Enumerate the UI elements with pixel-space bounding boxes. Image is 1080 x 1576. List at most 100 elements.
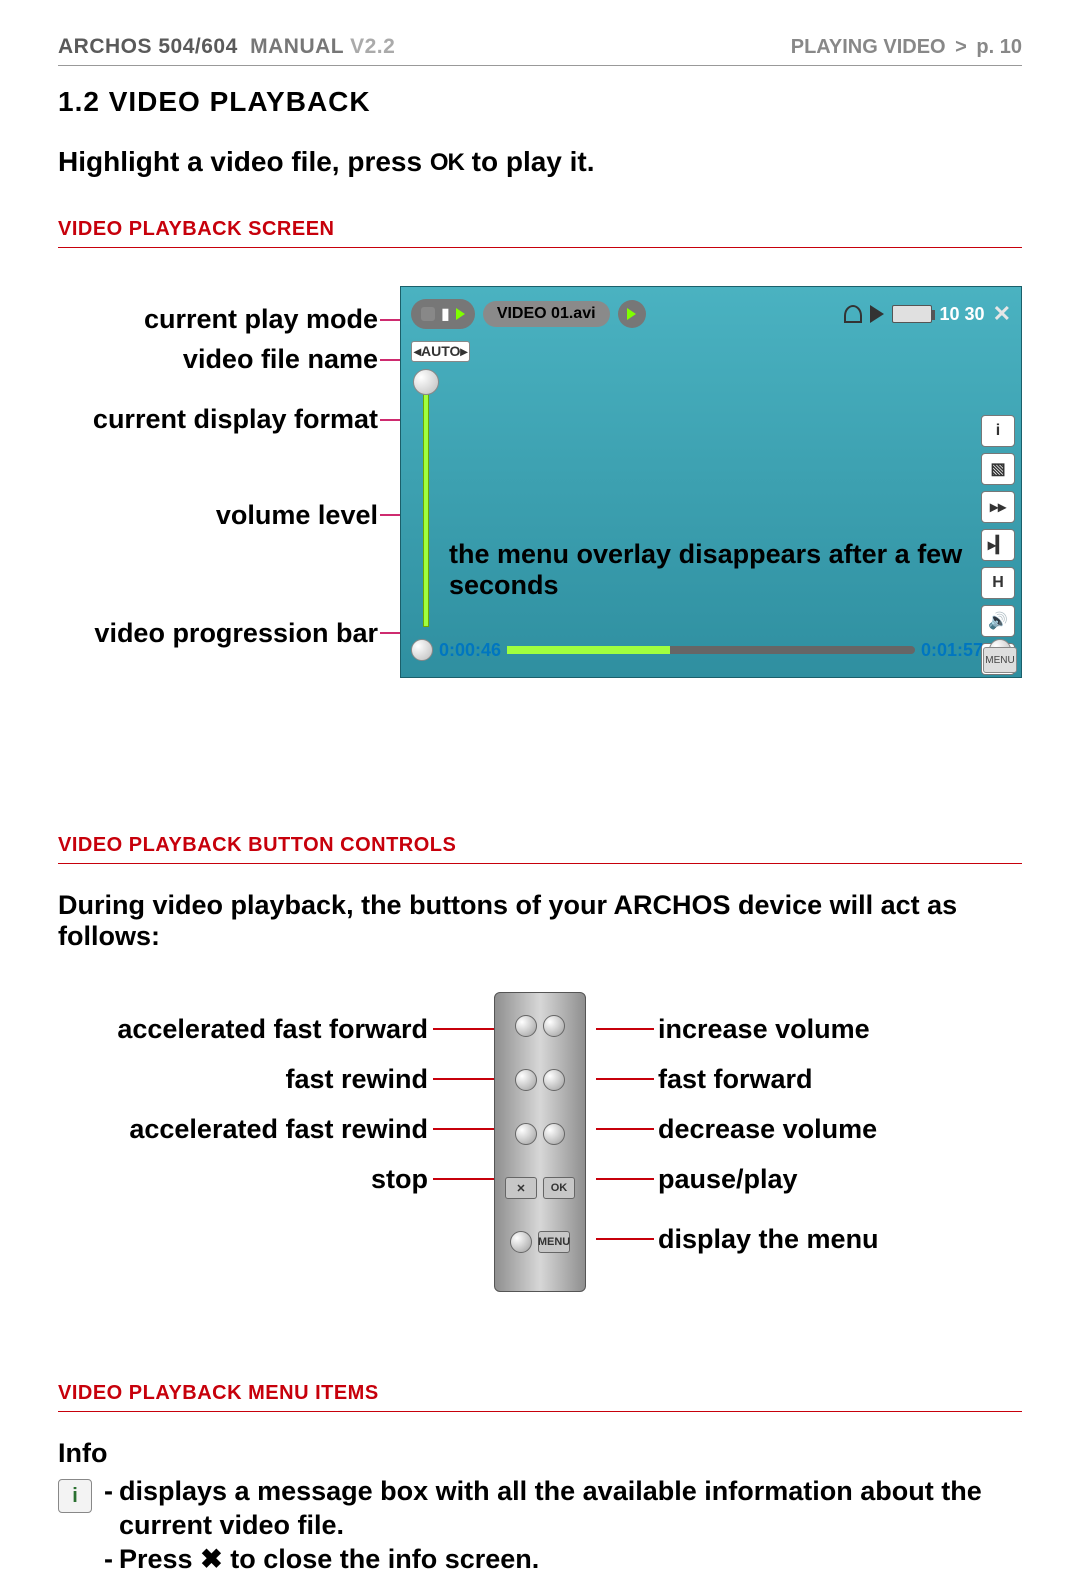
battery-icon [892,305,932,323]
filename-pill: VIDEO 01.avi [483,301,610,327]
play-icon [456,308,465,320]
play-button-icon [618,300,646,328]
gear-icon [421,307,435,321]
ok-button-icon: OK [543,1177,575,1199]
playback-diagram: current play mode video file name curren… [58,274,1022,774]
leader-line [433,1128,503,1130]
controls-diagram: accelerated fast forward fast rewind acc… [58,992,1022,1312]
nub-icon [515,1123,537,1145]
nub-icon [543,1015,565,1037]
playmode-pill: ▮ [411,299,475,329]
nub-icon [515,1069,537,1091]
ctrl-fast-forward: fast forward [658,1064,813,1095]
l2a: Press [119,1544,200,1574]
progress-bar [507,646,915,654]
leader-line [596,1078,654,1080]
info-line-1: displays a message box with all the avai… [104,1475,1022,1543]
screen-topbar: ▮ VIDEO 01.avi 10 30 ✕ [411,297,1011,331]
bookmark-icon: ▸▎ [981,529,1015,561]
progress-fill [507,646,670,654]
manual-version: V2.2 [350,35,395,58]
overlay-note: the menu overlay disappears after a few … [449,539,971,601]
label-volume: volume level [216,500,378,531]
device-row: MENU [495,1217,585,1267]
controls-intro: During video playback, the buttons of yo… [58,890,1022,952]
header-right: PLAYING VIDEO > p. 10 [791,36,1022,59]
topbar-right: 10 30 ✕ [844,301,1011,327]
volume-track [423,377,429,627]
section-name: PLAYING VIDEO [791,36,946,58]
leader-line [596,1028,654,1030]
leader-line [596,1178,654,1180]
nub-icon [515,1015,537,1037]
subheader-button-controls: VIDEO PLAYBACK BUTTON CONTROLS [58,834,1022,864]
display-format-pill: ◂AUTO▸ [411,341,470,362]
ctrl-display-menu: display the menu [658,1224,879,1255]
playback-screen-mock: ▮ VIDEO 01.avi 10 30 ✕ ◂AUTO▸ i ▧ ▸▸ ▸▎ … [400,286,1022,678]
menu-icon: MENU [983,647,1017,673]
x-button-icon: ✕ [505,1177,537,1199]
model: 504/604 [158,35,237,58]
ctrl-pause-play: pause/play [658,1164,798,1195]
info-line-2: Press ✖ to close the info screen. [104,1543,1022,1576]
leader-line [433,1078,503,1080]
brand: ARCHOS [58,35,152,58]
ctrl-inc-volume: increase volume [658,1014,870,1045]
page-header: ARCHOS 504/604 MANUAL V2.2 PLAYING VIDEO… [58,35,1022,66]
speaker-icon [870,305,884,323]
device-row [495,1109,585,1159]
manual-label: MANUAL [250,35,344,58]
device-row [495,1055,585,1105]
intro-a: Highlight a video file, press [58,146,430,177]
info-heading: Info [58,1438,1022,1469]
info-line-1-text: displays a message box with all the avai… [119,1475,1022,1543]
volume-knob-icon [413,369,439,395]
knob-icon [411,639,433,661]
leader-line [596,1128,654,1130]
info-icon: i [58,1479,92,1513]
intro-b: to play it. [464,146,595,177]
info-lines: displays a message box with all the avai… [104,1475,1022,1576]
header-left: ARCHOS 504/604 MANUAL V2.2 [58,35,395,59]
section-title: 1.2 VIDEO PLAYBACK [58,86,1022,118]
page-number: p. 10 [976,36,1022,58]
info-line-2-wrap: Press ✖ to close the info screen. [119,1543,539,1576]
ctrl-dec-volume: decrease volume [658,1114,877,1145]
subheader-menu-items: VIDEO PLAYBACK MENU ITEMS [58,1382,1022,1412]
ctrl-accel-fr: accelerated fast rewind [58,1114,428,1145]
intro-line: Highlight a video file, press OK to play… [58,146,1022,178]
sound-icon: 🔊 [981,605,1015,637]
close-glyph: ✖ [200,1544,223,1574]
info-block: i displays a message box with all the av… [58,1475,1022,1576]
progress-row: 0:00:46 0:01:57 [411,635,1011,665]
folder-icon: ▮ [441,304,450,324]
info-icon: i [981,415,1015,447]
label-progress: video progression bar [94,618,378,649]
label-display-format: current display format [93,404,378,435]
ctrl-fast-rewind: fast rewind [58,1064,428,1095]
leader-line [433,1028,503,1030]
time-elapsed: 0:00:46 [439,640,501,661]
leader-line [433,1178,503,1180]
format-icon: ▧ [981,453,1015,485]
device-buttons-mock: ✕ OK MENU [494,992,586,1292]
nub-icon [510,1231,532,1253]
ok-glyph: OK [430,149,464,176]
l2b: to close the info screen. [223,1544,540,1574]
ctrl-accel-ff: accelerated fast forward [58,1014,428,1045]
breadcrumb-sep: > [955,36,967,58]
time-total: 0:01:57 [921,640,983,661]
subheader-playback-screen: VIDEO PLAYBACK SCREEN [58,218,1022,248]
device-row: ✕ OK [495,1163,585,1213]
leader-line [596,1238,654,1240]
nub-icon [543,1123,565,1145]
label-play-mode: current play mode [144,304,378,335]
device-row [495,1001,585,1051]
menu-button-icon: MENU [538,1231,570,1253]
save-icon: H [981,567,1015,599]
ctrl-stop: stop [58,1164,428,1195]
label-file-name: video file name [183,344,378,375]
speed-icon: ▸▸ [981,491,1015,523]
nub-icon [543,1069,565,1091]
clock: 10 30 [940,304,985,325]
